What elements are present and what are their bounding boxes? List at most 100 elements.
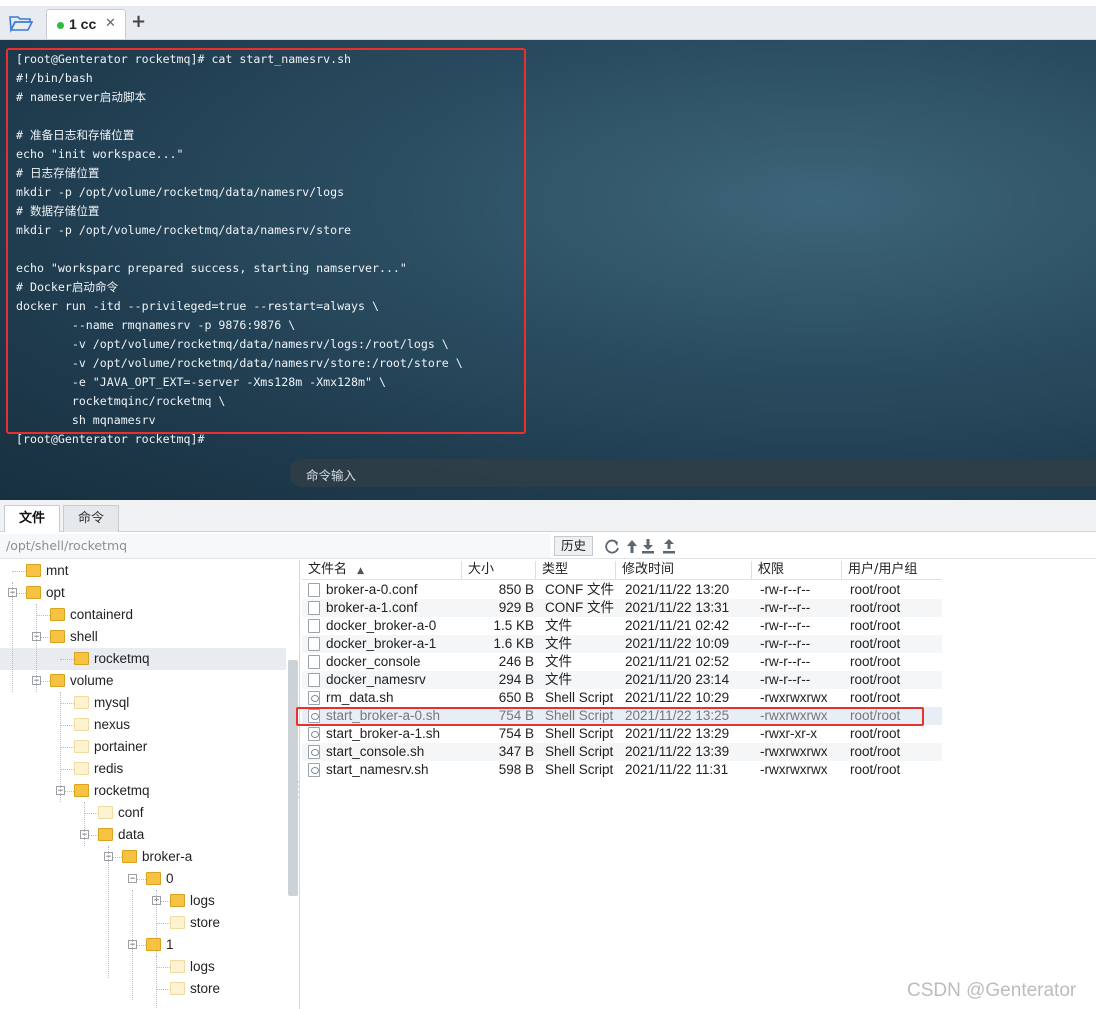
tab-commands[interactable]: 命令	[63, 505, 120, 532]
tree-item[interactable]: − shell	[0, 626, 286, 648]
folder-open-icon[interactable]	[6, 11, 36, 35]
terminal-line: sh mqnamesrv	[16, 413, 156, 427]
file-row[interactable]: docker_broker-a-1 1.6 KB 文件 2021/11/22 10:0…	[302, 635, 942, 653]
tree-item-label: mysql	[94, 695, 130, 710]
tree-connector	[156, 967, 170, 968]
file-icon	[308, 673, 320, 687]
file-row[interactable]: docker_namesrv 294 B 文件 2021/11/20 23:14 -rw…	[302, 671, 942, 689]
connection-status-icon	[57, 22, 64, 29]
terminal-line: mkdir -p /opt/volume/rocketmq/data/names…	[16, 185, 345, 199]
file-row[interactable]: start_namesrv.sh 598 B Shell Script 2021/11…	[302, 761, 942, 779]
tree-item-label: volume	[70, 673, 114, 688]
tree-item[interactable]: − data	[0, 824, 286, 846]
tree-item[interactable]: − opt	[0, 582, 286, 604]
column-header-type[interactable]: 类型	[536, 561, 616, 579]
tree-item[interactable]: −1	[0, 934, 286, 956]
tree-guide-line	[60, 692, 61, 802]
column-header-owner[interactable]: 用户/用户组	[842, 561, 942, 579]
plus-icon[interactable]: +	[131, 11, 146, 32]
tree-connector	[60, 725, 74, 726]
tree-item[interactable]: portainer	[0, 736, 286, 758]
folder-icon	[50, 630, 65, 643]
file-size: 347 B	[498, 744, 534, 759]
file-size: 650 B	[498, 690, 534, 705]
terminal-line: echo "init workspace..."	[16, 147, 184, 161]
file-row[interactable]: rm_data.sh 650 B Shell Script 2021/11/22 10…	[302, 689, 942, 707]
upload-icon[interactable]	[661, 537, 677, 555]
file-row[interactable]: start_console.sh 347 B Shell Script 2021/11…	[302, 743, 942, 761]
file-type: CONF 文件	[545, 600, 614, 615]
lower-panel-tabs: 文件 命令	[0, 500, 1096, 532]
column-header-size[interactable]: 大小	[462, 561, 536, 579]
tree-item[interactable]: redis	[0, 758, 286, 780]
file-list[interactable]: 文件名 ▲ 大小 类型 修改时间 权限 用户/用户组 broker-a-0.co…	[302, 560, 1096, 1009]
file-row[interactable]: broker-a-0.conf 850 B CONF 文件 2021/11/22 13…	[302, 581, 942, 599]
tree-item[interactable]: −0	[0, 868, 286, 890]
tree-item-label: broker-a	[142, 849, 193, 864]
file-row[interactable]: docker_broker-a-0 1.5 KB 文件 2021/11/21 02:4…	[302, 617, 942, 635]
tree-item[interactable]: mysql	[0, 692, 286, 714]
file-modified: 2021/11/21 02:52	[625, 654, 730, 669]
tree-item[interactable]: containerd	[0, 604, 286, 626]
sort-ascending-icon: ▲	[357, 566, 365, 576]
tree-item-label: store	[190, 915, 221, 930]
file-row[interactable]: broker-a-1.conf 929 B CONF 文件 2021/11/22 13…	[302, 599, 942, 617]
folder-icon	[74, 762, 89, 775]
file-type: 文件	[545, 654, 572, 669]
pane-splitter[interactable]: · · · ·	[297, 779, 301, 804]
tab-files[interactable]: 文件	[4, 505, 61, 532]
tree-item[interactable]: store	[0, 978, 286, 1000]
file-permission: -rw-r--r--	[760, 582, 811, 597]
column-header-permission[interactable]: 权限	[752, 561, 842, 579]
tree-item[interactable]: + logs	[0, 890, 286, 912]
tree-item[interactable]: − rocketmq	[0, 780, 286, 802]
tree-item-label: portainer	[94, 739, 148, 754]
path-bar: /opt/shell/rocketmq 历史	[0, 533, 1096, 559]
directory-tree[interactable]: mnt − opt containerd − shell rocketmq − volume my…	[0, 560, 300, 1009]
file-row[interactable]: docker_console 246 B 文件 2021/11/21 02:52 -rw…	[302, 653, 942, 671]
folder-icon	[146, 872, 161, 885]
tree-item[interactable]: − volume	[0, 670, 286, 692]
file-owner: root/root	[850, 654, 901, 669]
file-owner: root/root	[850, 618, 901, 633]
terminal-pane[interactable]: [root@Genterator rocketmq]# cat start_na…	[0, 40, 1096, 500]
tree-item[interactable]: − broker-a	[0, 846, 286, 868]
session-tab[interactable]: 1 cc ✕	[46, 9, 126, 39]
session-tab-label: 1 cc	[69, 16, 97, 32]
refresh-icon[interactable]	[604, 537, 620, 555]
tree-item-label: shell	[70, 629, 98, 644]
terminal-line: -e "JAVA_OPT_EXT=-server -Xms128m -Xmx12…	[16, 375, 386, 389]
file-size: 929 B	[498, 600, 534, 615]
tree-item-label: mnt	[46, 563, 69, 578]
folder-icon	[26, 564, 41, 577]
file-permission: -rw-r--r--	[760, 618, 811, 633]
path-input[interactable]: /opt/shell/rocketmq	[0, 534, 550, 558]
close-icon[interactable]: ✕	[105, 16, 116, 31]
column-header-modified[interactable]: 修改时间	[616, 561, 752, 579]
tree-item[interactable]: nexus	[0, 714, 286, 736]
folder-icon	[122, 850, 137, 863]
command-input[interactable]: 命令输入	[290, 459, 1096, 487]
folder-icon	[98, 828, 113, 841]
tree-item[interactable]: mnt	[0, 560, 286, 582]
file-row[interactable]: start_broker-a-1.sh 754 B Shell Script 2021…	[302, 725, 942, 743]
tree-item[interactable]: conf	[0, 802, 286, 824]
tree-item[interactable]: logs	[0, 956, 286, 978]
command-input-placeholder: 命令输入	[306, 468, 357, 483]
column-header-name[interactable]: 文件名 ▲	[302, 561, 462, 579]
tree-item[interactable]: store	[0, 912, 286, 934]
folder-icon	[50, 608, 65, 621]
collapse-icon[interactable]: −	[128, 874, 137, 883]
download-icon[interactable]	[640, 537, 656, 555]
tree-item[interactable]: rocketmq	[0, 648, 286, 670]
up-directory-icon[interactable]	[624, 537, 640, 555]
terminal-line: -v /opt/volume/rocketmq/data/namesrv/log…	[16, 337, 449, 351]
history-button[interactable]: 历史	[554, 536, 594, 556]
file-modified: 2021/11/22 13:39	[625, 744, 730, 759]
tree-connector	[60, 703, 74, 704]
tree-item-label: logs	[190, 959, 215, 974]
file-owner: root/root	[850, 582, 901, 597]
tree-connector	[156, 923, 170, 924]
terminal-line: # 日志存储位置	[16, 166, 100, 180]
file-row[interactable]: start_broker-a-0.sh 754 B Shell Script 2021…	[302, 707, 942, 725]
